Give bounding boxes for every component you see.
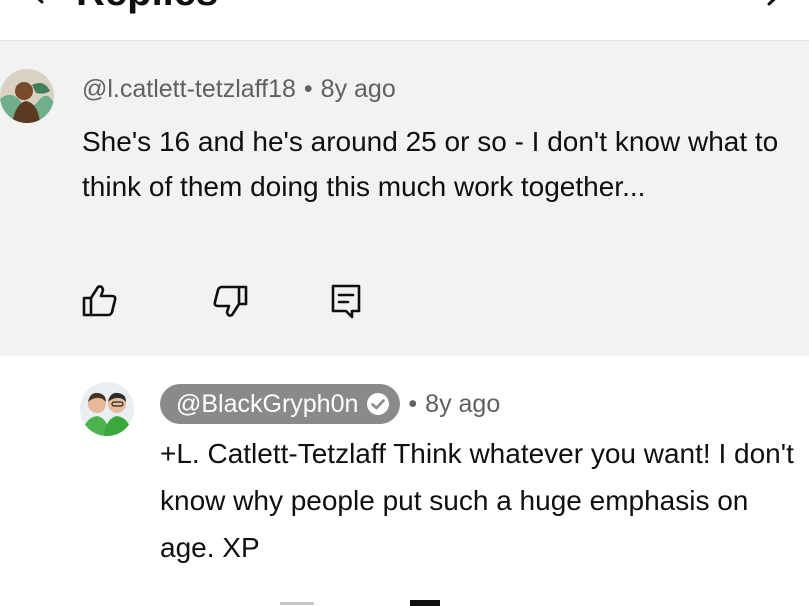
comment-meta: @BlackGryph0n • 8y ago bbox=[160, 384, 500, 424]
comment-author[interactable]: @l.catlett-tetzlaff18 bbox=[82, 75, 296, 103]
meta-separator: • bbox=[408, 389, 418, 418]
reply-actions-icon[interactable] bbox=[280, 600, 480, 606]
thumbs-up-icon[interactable] bbox=[80, 281, 120, 321]
parent-comment: @l.catlett-tetzlaff18 • 8y ago She's 16 an… bbox=[0, 40, 809, 356]
close-icon[interactable] bbox=[761, 0, 791, 8]
replies-header: Replies bbox=[0, 0, 809, 40]
meta-separator: • bbox=[303, 75, 313, 103]
avatar[interactable] bbox=[80, 382, 134, 436]
verified-check-icon bbox=[366, 392, 390, 416]
comment-time: 8y ago bbox=[425, 389, 501, 418]
creator-handle-chip[interactable]: @BlackGryph0n bbox=[160, 384, 401, 424]
comment-text: She's 16 and he's around 25 or so - I do… bbox=[82, 126, 779, 202]
comment-text: +L. Catlett-Tetzlaff Think whatever you … bbox=[160, 438, 794, 563]
page-title: Replies bbox=[76, 0, 218, 15]
comment-actions bbox=[80, 281, 400, 321]
comment-author: @BlackGryph0n bbox=[176, 389, 359, 418]
avatar[interactable] bbox=[0, 69, 54, 123]
comment-meta: @l.catlett-tetzlaff18 • 8y ago bbox=[82, 75, 396, 104]
back-chevron-icon[interactable] bbox=[22, 0, 52, 6]
reply-comment: @BlackGryph0n • 8y ago +L. Catlett-Tetzla… bbox=[0, 356, 809, 606]
thumbs-down-icon[interactable] bbox=[210, 281, 250, 321]
reply-comment-icon[interactable] bbox=[326, 281, 366, 321]
comment-time: 8y ago bbox=[320, 75, 396, 103]
replies-screen: Replies @l.catlett-tetzlaff18•8y ago She… bbox=[0, 0, 809, 606]
